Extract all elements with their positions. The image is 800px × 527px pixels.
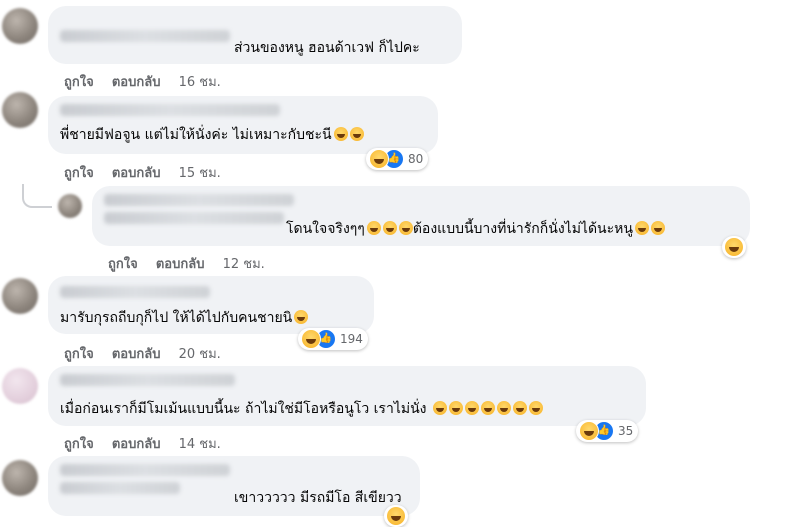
avatar[interactable] bbox=[2, 92, 38, 128]
comment-time[interactable]: 12 ชม. bbox=[223, 253, 265, 274]
author-name-blurred[interactable] bbox=[60, 104, 280, 116]
haha-reaction-icon bbox=[579, 421, 599, 441]
reaction-count: 80 bbox=[408, 152, 424, 166]
avatar[interactable] bbox=[2, 278, 38, 314]
reply-connector-line bbox=[22, 184, 52, 208]
laughing-emoji-icon bbox=[464, 401, 479, 415]
haha-reaction-icon bbox=[369, 149, 389, 169]
laughing-emoji-icon bbox=[448, 401, 463, 415]
author-name-blurred[interactable] bbox=[60, 464, 230, 476]
comment-text-content: มารับกุรถถีบกุก็ไป ให้ได้ไปกับคนชายนิ bbox=[60, 310, 293, 326]
avatar[interactable] bbox=[2, 368, 38, 404]
laughing-emoji-icon bbox=[294, 310, 309, 324]
laughing-emoji-icon bbox=[634, 221, 649, 235]
avatar[interactable] bbox=[2, 8, 38, 44]
author-name-blurred[interactable] bbox=[60, 482, 180, 494]
reply-link[interactable]: ตอบกลับ bbox=[156, 253, 205, 274]
comment-bubble: ส่วนของหนู ฮอนด้าเวฟ ก็ไปคะ bbox=[48, 6, 462, 64]
comment-text: ส่วนของหนู ฮอนด้าเวฟ ก็ไปคะ bbox=[234, 40, 420, 56]
comment-bubble: เขาววววว มีรถมีโอ สีเขียวว bbox=[48, 456, 420, 516]
laughing-emoji-icon bbox=[528, 401, 543, 415]
comment-time[interactable]: 15 ชม. bbox=[179, 162, 221, 183]
author-name-blurred[interactable] bbox=[104, 212, 284, 224]
laughing-emoji-icon bbox=[512, 401, 527, 415]
haha-reaction-icon bbox=[724, 237, 744, 257]
author-name-blurred[interactable] bbox=[60, 286, 210, 298]
avatar[interactable] bbox=[2, 460, 38, 496]
reply-link[interactable]: ตอบกลับ bbox=[112, 433, 161, 454]
comment-actions: ถูกใจ ตอบกลับ 20 ชม. bbox=[64, 343, 235, 364]
comment-bubble: เมื่อก่อนเราก็มีโมเม้นแบบนี้นะ ถ้าไม่ใช่… bbox=[48, 366, 646, 426]
comment-actions: ถูกใจ ตอบกลับ 16 ชม. bbox=[64, 71, 235, 92]
comment-text: เขาววววว มีรถมีโอ สีเขียวว bbox=[234, 490, 402, 506]
comment-1: ส่วนของหนู ฮอนด้าเวฟ ก็ไปคะ ถูกใจ ตอบกลั… bbox=[0, 0, 800, 95]
author-name-blurred[interactable] bbox=[60, 374, 235, 386]
comment-actions: ถูกใจ ตอบกลับ 15 ชม. bbox=[64, 162, 235, 183]
laughing-emoji-icon bbox=[333, 127, 348, 141]
laughing-emoji-icon bbox=[366, 221, 381, 235]
comment-text: มารับกุรถถีบกุก็ไป ให้ได้ไปกับคนชายนิ bbox=[60, 309, 309, 327]
reply-link[interactable]: ตอบกลับ bbox=[112, 71, 161, 92]
comment-actions: ถูกใจ ตอบกลับ 12 ชม. bbox=[108, 253, 279, 274]
author-name-blurred[interactable] bbox=[104, 194, 294, 206]
like-link[interactable]: ถูกใจ bbox=[64, 343, 94, 364]
comment-bubble: โดนใจจริงๆๆ ต้องแบบนี้บางที่น่ารักก็นั่งไ… bbox=[92, 186, 750, 246]
reaction-count: 35 bbox=[618, 424, 634, 438]
comment-text-content: ต้องแบบนี้บางที่น่ารักก็นั่งไม่ได้นะหนู bbox=[412, 221, 633, 237]
haha-reaction-icon bbox=[386, 506, 406, 526]
comment-text: เมื่อก่อนเราก็มีโมเม้นแบบนี้นะ ถ้าไม่ใช่… bbox=[60, 400, 543, 418]
laughing-emoji-icon bbox=[650, 221, 665, 235]
reaction-summary[interactable]: 👍 80 bbox=[366, 148, 429, 170]
author-name-blurred[interactable] bbox=[60, 30, 230, 42]
comment-bubble: พี่ชายมีฟอจูน แต่ไม่ให้นั่งค่ะ ไม่เหมาะก… bbox=[48, 96, 438, 154]
comment-text-content: เมื่อก่อนเราก็มีโมเม้นแบบนี้นะ ถ้าไม่ใช่… bbox=[60, 401, 427, 417]
comment-time[interactable]: 20 ชม. bbox=[179, 343, 221, 364]
reaction-summary[interactable] bbox=[384, 505, 408, 527]
comment-time[interactable]: 14 ชม. bbox=[179, 433, 221, 454]
comment-time[interactable]: 16 ชม. bbox=[179, 71, 221, 92]
reply-link[interactable]: ตอบกลับ bbox=[112, 343, 161, 364]
comment-actions: ถูกใจ ตอบกลับ 14 ชม. bbox=[64, 433, 235, 454]
comment-bubble: มารับกุรถถีบกุก็ไป ให้ได้ไปกับคนชายนิ bbox=[48, 276, 374, 334]
haha-reaction-icon bbox=[301, 329, 321, 349]
laughing-emoji-icon bbox=[382, 221, 397, 235]
avatar[interactable] bbox=[58, 194, 82, 218]
like-link[interactable]: ถูกใจ bbox=[64, 71, 94, 92]
laughing-emoji-icon bbox=[398, 221, 413, 235]
comment-text-content: โดนใจจริงๆๆ bbox=[286, 221, 365, 237]
reaction-summary[interactable] bbox=[722, 236, 746, 258]
like-link[interactable]: ถูกใจ bbox=[108, 253, 138, 274]
reaction-summary[interactable]: 👍 35 bbox=[576, 420, 639, 442]
comment-text: โดนใจจริงๆๆ ต้องแบบนี้บางที่น่ารักก็นั่งไ… bbox=[286, 220, 665, 238]
laughing-emoji-icon bbox=[480, 401, 495, 415]
laughing-emoji-icon bbox=[432, 401, 447, 415]
like-link[interactable]: ถูกใจ bbox=[64, 433, 94, 454]
like-link[interactable]: ถูกใจ bbox=[64, 162, 94, 183]
laughing-emoji-icon bbox=[349, 127, 364, 141]
reply-link[interactable]: ตอบกลับ bbox=[112, 162, 161, 183]
laughing-emoji-icon bbox=[496, 401, 511, 415]
comment-text: พี่ชายมีฟอจูน แต่ไม่ให้นั่งค่ะ ไม่เหมาะก… bbox=[60, 126, 364, 144]
reaction-count: 194 bbox=[340, 332, 363, 346]
comment-text-content: พี่ชายมีฟอจูน แต่ไม่ให้นั่งค่ะ ไม่เหมาะก… bbox=[60, 127, 332, 143]
reaction-summary[interactable]: 👍 194 bbox=[298, 328, 368, 350]
